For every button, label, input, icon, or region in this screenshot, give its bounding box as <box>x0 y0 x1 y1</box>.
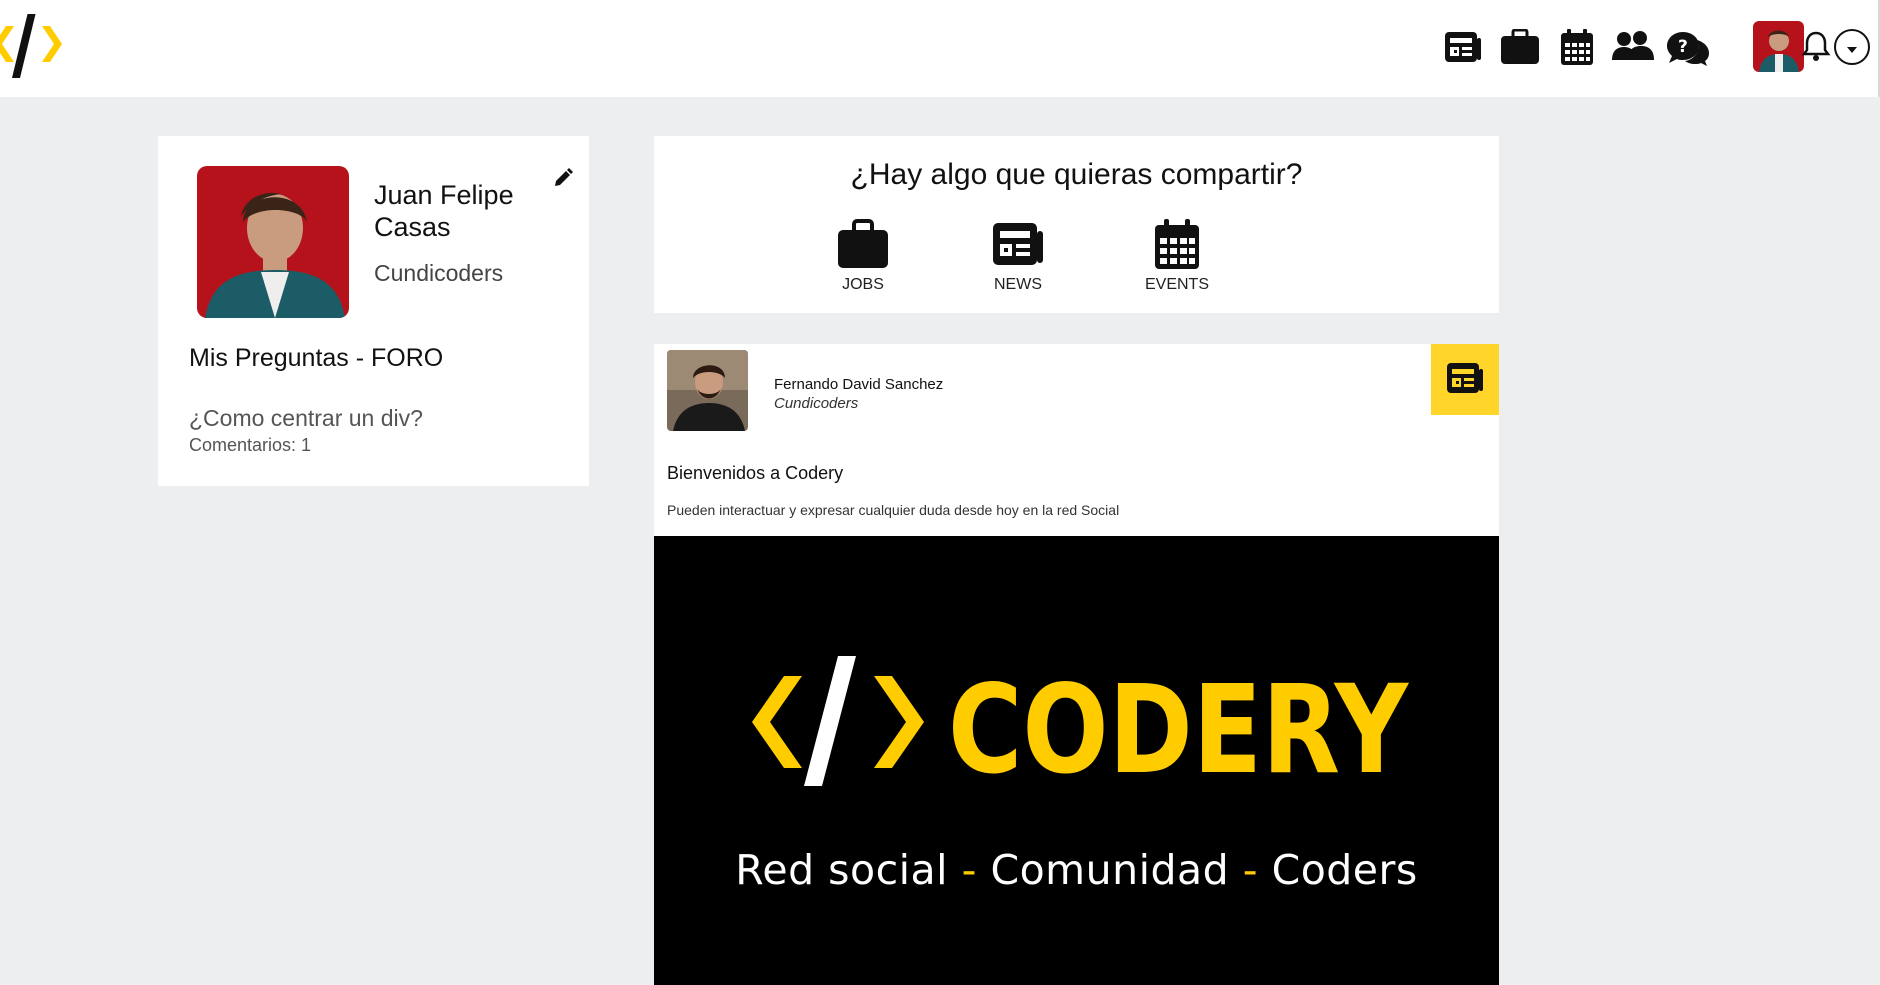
profile-card: Juan Felipe Casas Cundicoders Mis Pregun… <box>158 136 589 486</box>
tagline-part-3: Coders <box>1271 846 1418 894</box>
top-navigation-bar: ? <box>0 0 1880 97</box>
codery-logo-icon[interactable] <box>0 12 64 78</box>
svg-text:?: ? <box>1678 37 1688 57</box>
post-card: Fernando David Sanchez Cundicoders Bienv… <box>654 344 1499 985</box>
post-type-badge <box>1431 344 1499 415</box>
bell-icon[interactable] <box>1801 30 1831 62</box>
news-nav-icon[interactable] <box>1442 26 1484 68</box>
edit-pencil-icon[interactable] <box>553 166 575 188</box>
post-author-avatar[interactable] <box>667 350 748 431</box>
post-image[interactable]: CODERY Red social - Comunidad - Coders <box>654 536 1499 985</box>
tagline-separator: - <box>961 846 977 894</box>
brand-name: CODERY <box>948 659 1409 794</box>
events-nav-icon[interactable] <box>1556 26 1598 68</box>
share-card: ¿Hay algo que quieras compartir? JOBS NE… <box>654 136 1499 313</box>
community-nav-icon[interactable] <box>1612 26 1654 68</box>
share-events-button[interactable]: EVENTS <box>1122 216 1232 294</box>
post-body-text: Pueden interactuar y expresar cualquier … <box>667 502 1120 518</box>
post-image-tagline: Red social - Comunidad - Coders <box>654 846 1499 894</box>
post-author-organization: Cundicoders <box>774 395 859 412</box>
newspaper-icon <box>1445 361 1485 399</box>
post-title: Bienvenidos a Codery <box>667 463 844 483</box>
caret-down-icon <box>1847 38 1857 57</box>
share-jobs-label: JOBS <box>842 276 884 293</box>
share-news-label: NEWS <box>994 276 1042 293</box>
jobs-nav-icon[interactable] <box>1499 26 1541 68</box>
briefcase-icon <box>808 216 918 272</box>
question-link[interactable]: ¿Como centrar un div? <box>189 405 423 432</box>
share-jobs-button[interactable]: JOBS <box>808 216 918 294</box>
share-prompt-title: ¿Hay algo que quieras compartir? <box>850 158 1303 191</box>
post-author-name[interactable]: Fernando David Sanchez <box>774 376 943 393</box>
tagline-separator: - <box>1242 846 1259 894</box>
forum-questions-title: Mis Preguntas - FORO <box>189 344 444 372</box>
tagline-part-2: Comunidad <box>990 846 1230 894</box>
share-events-label: EVENTS <box>1144 276 1209 293</box>
user-avatar[interactable] <box>1753 21 1804 72</box>
calendar-icon <box>1122 216 1232 272</box>
forum-nav-icon[interactable]: ? <box>1667 26 1709 68</box>
question-comment-count: Comentarios: 1 <box>189 435 312 455</box>
profile-organization: Cundicoders <box>374 260 504 286</box>
share-news-button[interactable]: NEWS <box>963 216 1073 294</box>
profile-name: Juan Felipe Casas <box>374 180 514 242</box>
newspaper-icon <box>963 216 1073 272</box>
user-menu-dropdown-button[interactable] <box>1834 29 1870 65</box>
profile-photo <box>197 166 349 318</box>
codery-brand-logo: CODERY <box>752 656 1409 794</box>
tagline-part-1: Red social <box>735 846 949 894</box>
